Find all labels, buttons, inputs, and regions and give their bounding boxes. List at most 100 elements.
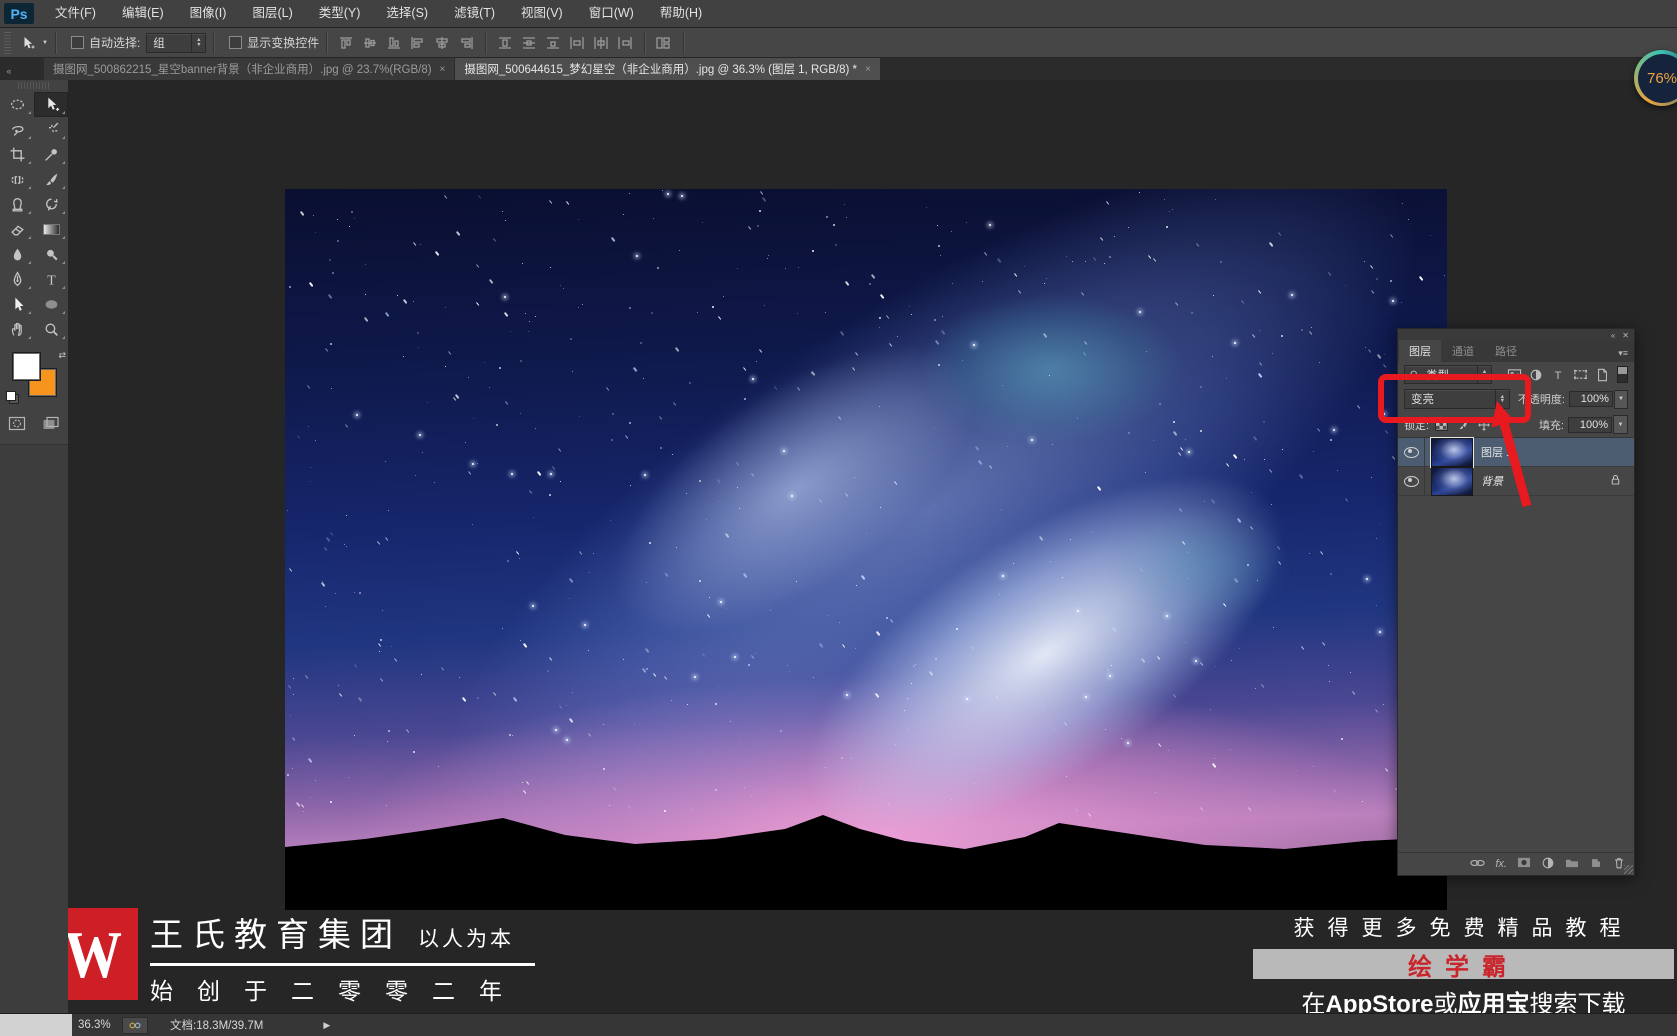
- distribute-top-icon[interactable]: [494, 33, 516, 53]
- layer-name[interactable]: 背景: [1481, 473, 1503, 489]
- menu-edit[interactable]: 编辑(E): [109, 0, 177, 27]
- opacity-dropdown-icon[interactable]: ▼: [1614, 390, 1628, 409]
- tool-path-selection[interactable]: [0, 292, 34, 317]
- eye-icon[interactable]: [1404, 447, 1419, 458]
- document-canvas[interactable]: [285, 189, 1447, 910]
- eye-icon[interactable]: [1404, 476, 1419, 487]
- layer-row-layer1[interactable]: 图层 1: [1398, 438, 1634, 467]
- filter-smart-objects-icon[interactable]: [1592, 366, 1612, 383]
- tool-dodge[interactable]: [34, 242, 68, 267]
- distribute-vertical-centers-icon[interactable]: [518, 33, 540, 53]
- tab-close-icon[interactable]: ×: [440, 64, 446, 75]
- distribute-bottom-icon[interactable]: [542, 33, 564, 53]
- tool-clone-stamp[interactable]: [0, 192, 34, 217]
- close-panel-icon[interactable]: ✕: [1622, 331, 1629, 340]
- blend-mode-dropdown[interactable]: 变亮 ▲ ▼: [1404, 389, 1510, 409]
- filter-shape-layers-icon[interactable]: [1570, 366, 1590, 383]
- menu-select[interactable]: 选择(S): [373, 0, 441, 27]
- tool-zoom[interactable]: [34, 317, 68, 342]
- document-size-info[interactable]: 文档:18.3M/39.7M: [170, 1017, 263, 1033]
- quick-mask-icon[interactable]: [8, 416, 26, 436]
- align-bottom-edges-icon[interactable]: [383, 33, 405, 53]
- align-vertical-centers-icon[interactable]: [359, 33, 381, 53]
- panel-menu-icon[interactable]: ▾≡: [1618, 348, 1634, 362]
- auto-select-checkbox[interactable]: [71, 36, 84, 49]
- tool-elliptical-marquee[interactable]: [0, 92, 34, 117]
- tool-lasso[interactable]: [0, 117, 34, 142]
- lock-image-pixels-icon[interactable]: [1454, 417, 1471, 432]
- align-horizontal-centers-icon[interactable]: [431, 33, 453, 53]
- document-tab-1[interactable]: 摄图网_500862215_星空banner背景（非企业商用）.jpg @ 23…: [44, 58, 454, 80]
- lock-position-icon[interactable]: [1475, 417, 1492, 432]
- tab-paths[interactable]: 路径: [1485, 340, 1527, 362]
- status-gear-icon[interactable]: [122, 1017, 148, 1034]
- lock-all-icon[interactable]: [1496, 417, 1513, 432]
- align-top-edges-icon[interactable]: [335, 33, 357, 53]
- align-right-edges-icon[interactable]: [455, 33, 477, 53]
- tab-channels[interactable]: 通道: [1442, 340, 1484, 362]
- tab-layers[interactable]: 图层: [1399, 340, 1441, 362]
- background-thumbnail[interactable]: [1431, 467, 1473, 496]
- tool-eyedropper[interactable]: [34, 142, 68, 167]
- dock-collapse-icon[interactable]: «: [2, 66, 16, 76]
- move-tool-preset-icon[interactable]: [16, 33, 38, 53]
- menu-file[interactable]: 文件(F): [42, 0, 109, 27]
- align-left-edges-icon[interactable]: [407, 33, 429, 53]
- tool-brush[interactable]: [34, 167, 68, 192]
- tab-close-icon[interactable]: ×: [865, 64, 871, 75]
- fill-dropdown-icon[interactable]: ▼: [1613, 415, 1628, 434]
- add-mask-icon[interactable]: [1516, 856, 1532, 872]
- default-colors-icon[interactable]: [6, 391, 19, 404]
- menu-type[interactable]: 类型(Y): [306, 0, 374, 27]
- filter-pixel-layers-icon[interactable]: [1504, 366, 1524, 383]
- tool-preset-caret-icon[interactable]: ▼: [42, 40, 48, 46]
- menu-view[interactable]: 视图(V): [508, 0, 576, 27]
- tool-type[interactable]: T: [34, 267, 68, 292]
- tool-eraser[interactable]: [0, 217, 34, 242]
- filtering-toggle[interactable]: [1617, 366, 1628, 383]
- distribute-horizontal-centers-icon[interactable]: [590, 33, 612, 53]
- menu-window[interactable]: 窗口(W): [576, 0, 647, 27]
- tool-pen[interactable]: [0, 267, 34, 292]
- menu-help[interactable]: 帮助(H): [647, 0, 715, 27]
- lock-transparent-pixels-icon[interactable]: [1433, 417, 1450, 432]
- auto-align-layers-icon[interactable]: [653, 33, 675, 53]
- screen-mode-icon[interactable]: [42, 416, 60, 436]
- visibility-cell[interactable]: [1398, 467, 1425, 495]
- layer-style-icon[interactable]: fx.: [1495, 858, 1507, 870]
- new-layer-icon[interactable]: [1589, 856, 1603, 873]
- distribute-left-icon[interactable]: [566, 33, 588, 53]
- zoom-level-field[interactable]: 36.3%: [78, 1019, 122, 1031]
- menu-layer[interactable]: 图层(L): [239, 0, 305, 27]
- foreground-color-swatch[interactable]: [12, 352, 41, 381]
- document-tab-2[interactable]: 摄图网_500644615_梦幻星空（非企业商用）.jpg @ 36.3% (图…: [455, 58, 879, 80]
- filter-adjustment-layers-icon[interactable]: [1526, 366, 1546, 383]
- distribute-right-icon[interactable]: [614, 33, 636, 53]
- tool-history-brush[interactable]: [34, 192, 68, 217]
- swap-colors-icon[interactable]: ⇄: [58, 350, 66, 361]
- tool-move[interactable]: [34, 92, 68, 117]
- toolbar-grip[interactable]: [18, 82, 50, 89]
- visibility-cell[interactable]: [1398, 438, 1425, 466]
- tool-spot-healing-brush[interactable]: [0, 167, 34, 192]
- tool-blur[interactable]: [0, 242, 34, 267]
- link-layers-icon[interactable]: [1469, 857, 1486, 872]
- menu-filter[interactable]: 滤镜(T): [441, 0, 508, 27]
- tool-gradient[interactable]: [34, 217, 68, 242]
- menu-image[interactable]: 图像(I): [177, 0, 240, 27]
- tool-hand[interactable]: [0, 317, 34, 342]
- tool-magic-wand[interactable]: [34, 117, 68, 142]
- tool-ellipse-shape[interactable]: [34, 292, 68, 317]
- layer-row-background[interactable]: 背景: [1398, 467, 1634, 496]
- filter-type-dropdown[interactable]: 类型 ▲ ▼: [1404, 365, 1492, 384]
- stepper-icon[interactable]: ▲ ▼: [191, 34, 205, 52]
- tool-crop[interactable]: [0, 142, 34, 167]
- show-transform-checkbox[interactable]: [229, 36, 242, 49]
- layer1-thumbnail[interactable]: [1431, 438, 1473, 467]
- fill-value[interactable]: 100%: [1568, 417, 1612, 433]
- collapse-panel-icon[interactable]: «: [1611, 331, 1615, 340]
- opacity-value[interactable]: 100%: [1569, 391, 1613, 407]
- options-bar-grip[interactable]: [4, 32, 11, 54]
- layer-name[interactable]: 图层 1: [1481, 444, 1512, 460]
- adjustment-layer-icon[interactable]: [1541, 856, 1555, 873]
